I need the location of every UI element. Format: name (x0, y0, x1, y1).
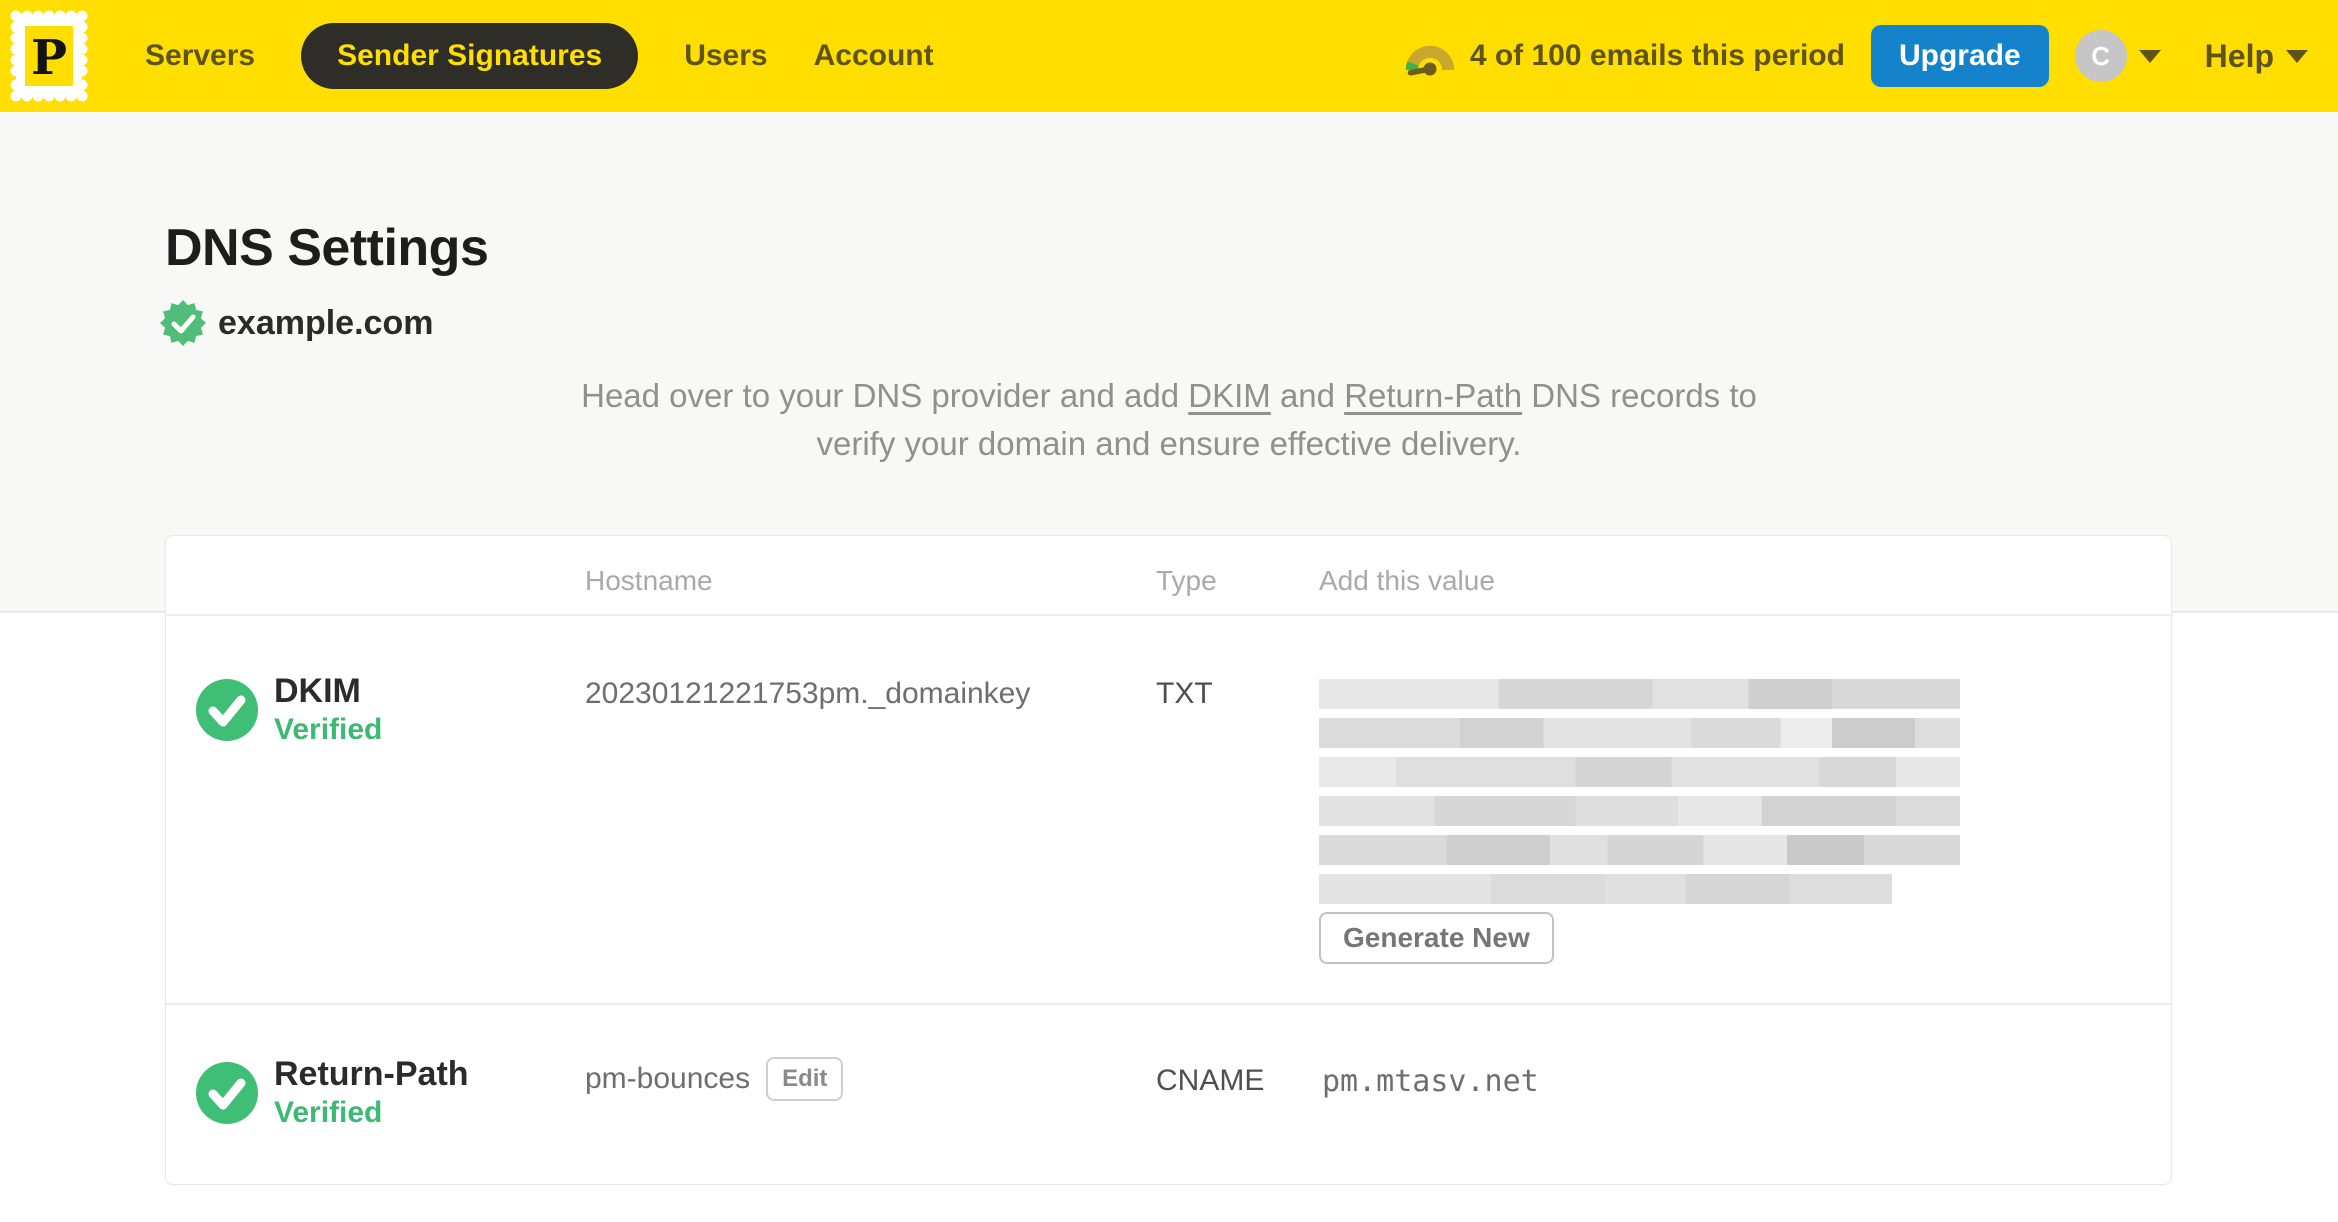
domain-name: example.com (218, 303, 434, 342)
postmark-logo-icon[interactable]: P (10, 10, 88, 102)
chevron-down-icon (2286, 49, 2308, 63)
redacted-value-bar (1319, 874, 1892, 904)
redacted-value-bar (1319, 796, 1960, 826)
dns-instructions: Head over to your DNS provider and add D… (539, 372, 1799, 468)
nav-item-users[interactable]: Users (684, 39, 767, 73)
table-row-divider (166, 1003, 2171, 1005)
verified-check-icon (196, 679, 258, 741)
email-usage-counter: 4 of 100 emails this period (1469, 39, 1845, 72)
table-header-divider (166, 614, 2171, 616)
domain-row: example.com (160, 300, 433, 346)
page-title: DNS Settings (165, 219, 489, 277)
return-path-record-type: CNAME (1156, 1064, 1265, 1097)
column-header-value: Add this value (1319, 565, 1495, 596)
dkim-link[interactable]: DKIM (1188, 377, 1271, 414)
column-header-hostname: Hostname (585, 565, 713, 596)
redacted-dkim-value (1319, 679, 1960, 913)
instructions-text: Head over to your DNS provider and add (581, 377, 1189, 414)
record-name-dkim: DKIM (274, 672, 361, 710)
return-path-link[interactable]: Return-Path (1344, 377, 1522, 414)
top-navbar: P Servers Sender Signatures Users Accoun… (0, 0, 2338, 112)
upgrade-button[interactable]: Upgrade (1870, 25, 2049, 87)
dns-settings-page: P Servers Sender Signatures Users Accoun… (0, 0, 2338, 1222)
verified-check-icon (196, 1062, 258, 1124)
redacted-value-bar (1319, 679, 1960, 709)
nav-item-servers[interactable]: Servers (145, 39, 255, 73)
nav-links: Servers Sender Signatures Users Account (145, 23, 934, 89)
help-menu[interactable]: Help (2205, 38, 2308, 75)
nav-item-sender-signatures[interactable]: Sender Signatures (301, 23, 639, 89)
record-name-return-path: Return-Path (274, 1055, 469, 1093)
status-badge: Verified (274, 1096, 383, 1129)
redacted-value-bar (1319, 757, 1960, 787)
generate-new-button[interactable]: Generate New (1319, 912, 1554, 964)
dkim-record-type: TXT (1156, 677, 1213, 710)
return-path-hostname-cell: pm-bounces Edit (585, 1057, 844, 1101)
edit-button[interactable]: Edit (766, 1057, 844, 1101)
nav-item-account[interactable]: Account (814, 39, 934, 73)
dns-records-table: Hostname Type Add this value DKIM Verifi… (165, 535, 2172, 1185)
account-menu[interactable]: C (2074, 30, 2161, 82)
dkim-hostname: 20230121221753pm._domainkey (585, 677, 1031, 710)
column-header-type: Type (1156, 565, 1217, 596)
help-label: Help (2204, 37, 2274, 74)
avatar[interactable]: C (2074, 30, 2127, 82)
verified-seal-icon (160, 300, 206, 346)
usage-gauge-icon (1405, 45, 1454, 76)
chevron-down-icon (2138, 49, 2161, 63)
redacted-value-bar (1319, 718, 1960, 748)
logo-letter: P (31, 30, 67, 86)
status-badge: Verified (274, 713, 383, 746)
redacted-value-bar (1319, 835, 1960, 865)
nav-right-cluster: 4 of 100 emails this period Upgrade C He… (1404, 25, 2308, 87)
return-path-value: pm.mtasv.net (1322, 1064, 1539, 1099)
instructions-text: and (1270, 377, 1345, 414)
return-path-hostname: pm-bounces (585, 1062, 751, 1095)
